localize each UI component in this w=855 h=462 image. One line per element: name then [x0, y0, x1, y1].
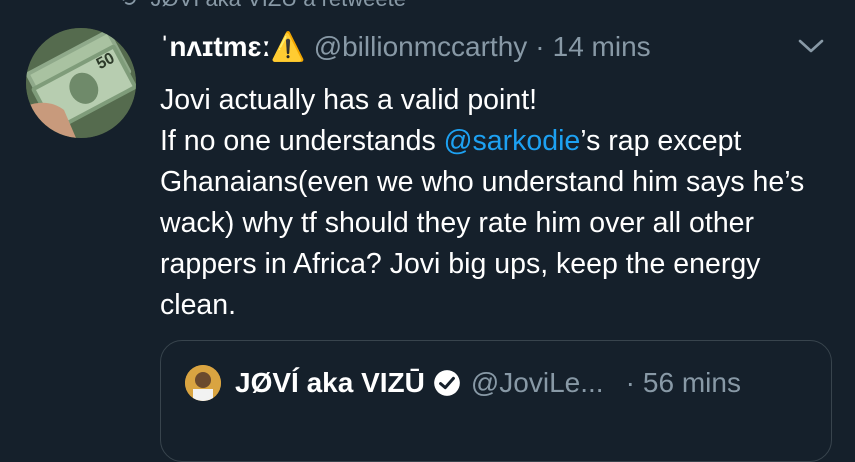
retweet-icon: ⟲ — [118, 0, 136, 12]
tweet-timestamp[interactable]: 14 mins — [553, 31, 651, 63]
quoted-avatar-image — [185, 365, 221, 401]
avatar[interactable]: 50 — [26, 28, 136, 138]
display-name[interactable]: ˈnʌɪtmɛː⚠️ — [160, 30, 306, 63]
quoted-tweet-timestamp[interactable]: 56 mins — [643, 367, 741, 399]
separator-dot: · — [535, 31, 545, 62]
retweet-context-text: JØVÍ aka VIZŪ a retweete — [150, 0, 406, 12]
quoted-user-handle[interactable]: @JoviLe... — [471, 367, 604, 399]
tweet-header: ˈnʌɪtmɛː⚠️ @billionmccarthy · 14 mins — [160, 30, 835, 63]
user-handle[interactable]: @billionmccarthy — [314, 31, 528, 63]
quoted-avatar[interactable] — [185, 365, 221, 401]
separator-dot: · — [625, 367, 635, 398]
avatar-image: 50 — [26, 28, 136, 138]
quoted-tweet-card[interactable]: JØVÍ aka VIZŪ @JoviLe... · 56 mins — [160, 340, 832, 462]
verified-badge-icon — [434, 370, 460, 396]
tweet-text-line: Jovi actually has a valid point! — [160, 84, 538, 116]
tweet-text-paragraph: If no one understands @sarkodie’s rap ex… — [160, 125, 805, 321]
tweet-body: Jovi actually has a valid point! If no o… — [160, 80, 840, 326]
mention-link[interactable]: @sarkodie — [444, 125, 581, 157]
warning-emoji-icon: ⚠️ — [270, 31, 306, 62]
quoted-display-name[interactable]: JØVÍ aka VIZŪ — [235, 367, 425, 399]
quoted-tweet-header: JØVÍ aka VIZŪ @JoviLe... · 56 mins — [185, 365, 741, 401]
retweet-context: ⟲ JØVÍ aka VIZŪ a retweete — [118, 0, 406, 12]
chevron-down-icon[interactable] — [797, 36, 825, 56]
